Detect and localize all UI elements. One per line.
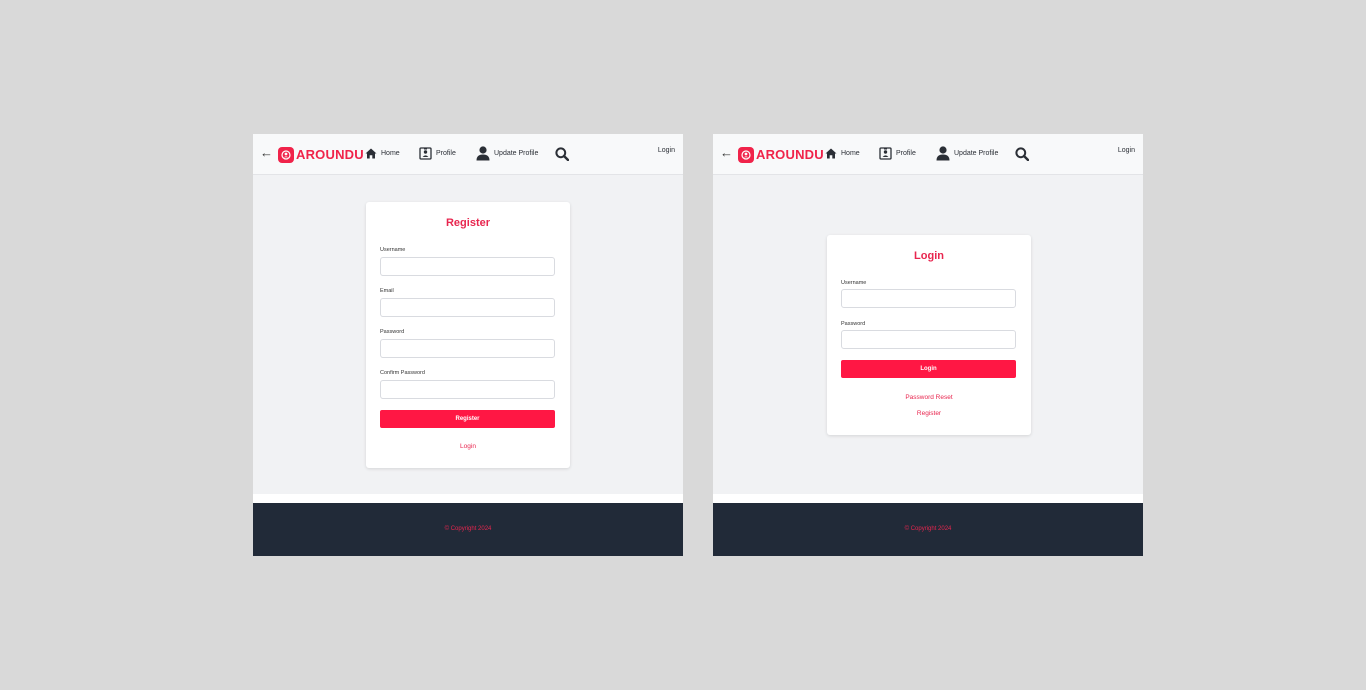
back-arrow-icon[interactable]: ← xyxy=(260,145,273,161)
footer-divider xyxy=(253,494,683,503)
search-button[interactable] xyxy=(1015,145,1029,162)
aroundu-logo-icon xyxy=(738,146,754,163)
password-label: Password xyxy=(841,321,866,327)
confirm-password-input[interactable] xyxy=(380,380,555,399)
footer: © Copyright 2024 xyxy=(713,503,1143,556)
nav-profile[interactable]: Profile xyxy=(879,145,916,162)
register-link[interactable]: Register xyxy=(827,410,1031,417)
username-label: Username xyxy=(841,280,867,286)
password-input[interactable] xyxy=(380,339,555,358)
username-input[interactable] xyxy=(380,257,555,276)
footer-divider xyxy=(713,494,1143,503)
nav-home-label: Home xyxy=(841,150,860,157)
brand-logo-link[interactable]: AROUNDU xyxy=(278,146,364,163)
register-card: Register Username Email Password Confirm… xyxy=(366,202,570,468)
email-input[interactable] xyxy=(380,298,555,317)
nav-profile-label: Profile xyxy=(436,150,456,157)
search-icon xyxy=(1015,146,1029,161)
profile-card-icon xyxy=(879,147,892,160)
nav-home[interactable]: Home xyxy=(365,145,400,162)
nav-home-label: Home xyxy=(381,150,400,157)
login-card: Login Username Password Login Password R… xyxy=(827,235,1031,435)
nav-update-profile[interactable]: Update Profile xyxy=(476,145,538,162)
copyright-text: © Copyright 2024 xyxy=(904,526,952,532)
nav-profile-label: Profile xyxy=(896,150,916,157)
copyright-text: © Copyright 2024 xyxy=(444,526,492,532)
user-icon xyxy=(936,146,950,161)
navbar: ← AROUNDU Home Profile Update Profile Lo… xyxy=(713,134,1143,175)
login-link[interactable]: Login xyxy=(366,443,570,450)
login-button[interactable]: Login xyxy=(841,360,1016,378)
back-arrow-icon[interactable]: ← xyxy=(720,145,733,161)
nav-update-profile[interactable]: Update Profile xyxy=(936,145,998,162)
register-button[interactable]: Register xyxy=(380,410,555,428)
password-reset-link[interactable]: Password Reset xyxy=(827,394,1031,401)
login-screen: ← AROUNDU Home Profile Update Profile Lo… xyxy=(713,134,1143,556)
aroundu-logo-icon xyxy=(278,146,294,163)
brand-logo-link[interactable]: AROUNDU xyxy=(738,146,824,163)
navbar: ← AROUNDU Home Profile Update Profile Lo… xyxy=(253,134,683,175)
register-screen: ← AROUNDU Home Profile Update Profile Lo… xyxy=(253,134,683,556)
username-label: Username xyxy=(380,247,406,253)
brand-name: AROUNDU xyxy=(296,147,364,162)
login-title: Login xyxy=(914,250,944,262)
nav-update-profile-label: Update Profile xyxy=(494,150,539,157)
user-icon xyxy=(476,146,490,161)
confirm-password-label: Confirm Password xyxy=(380,370,425,376)
email-label: Email xyxy=(380,288,394,294)
nav-login-link[interactable]: Login xyxy=(658,147,675,154)
register-title: Register xyxy=(445,217,491,229)
profile-card-icon xyxy=(419,147,432,160)
home-icon xyxy=(365,148,377,159)
search-button[interactable] xyxy=(555,145,569,162)
nav-profile[interactable]: Profile xyxy=(419,145,456,162)
nav-home[interactable]: Home xyxy=(825,145,860,162)
nav-update-profile-label: Update Profile xyxy=(954,150,999,157)
home-icon xyxy=(825,148,837,159)
footer: © Copyright 2024 xyxy=(253,503,683,556)
search-icon xyxy=(555,146,569,161)
password-label: Password xyxy=(380,329,405,335)
brand-name: AROUNDU xyxy=(756,147,824,162)
nav-login-link[interactable]: Login xyxy=(1118,147,1135,154)
username-input[interactable] xyxy=(841,289,1016,308)
password-input[interactable] xyxy=(841,330,1016,349)
